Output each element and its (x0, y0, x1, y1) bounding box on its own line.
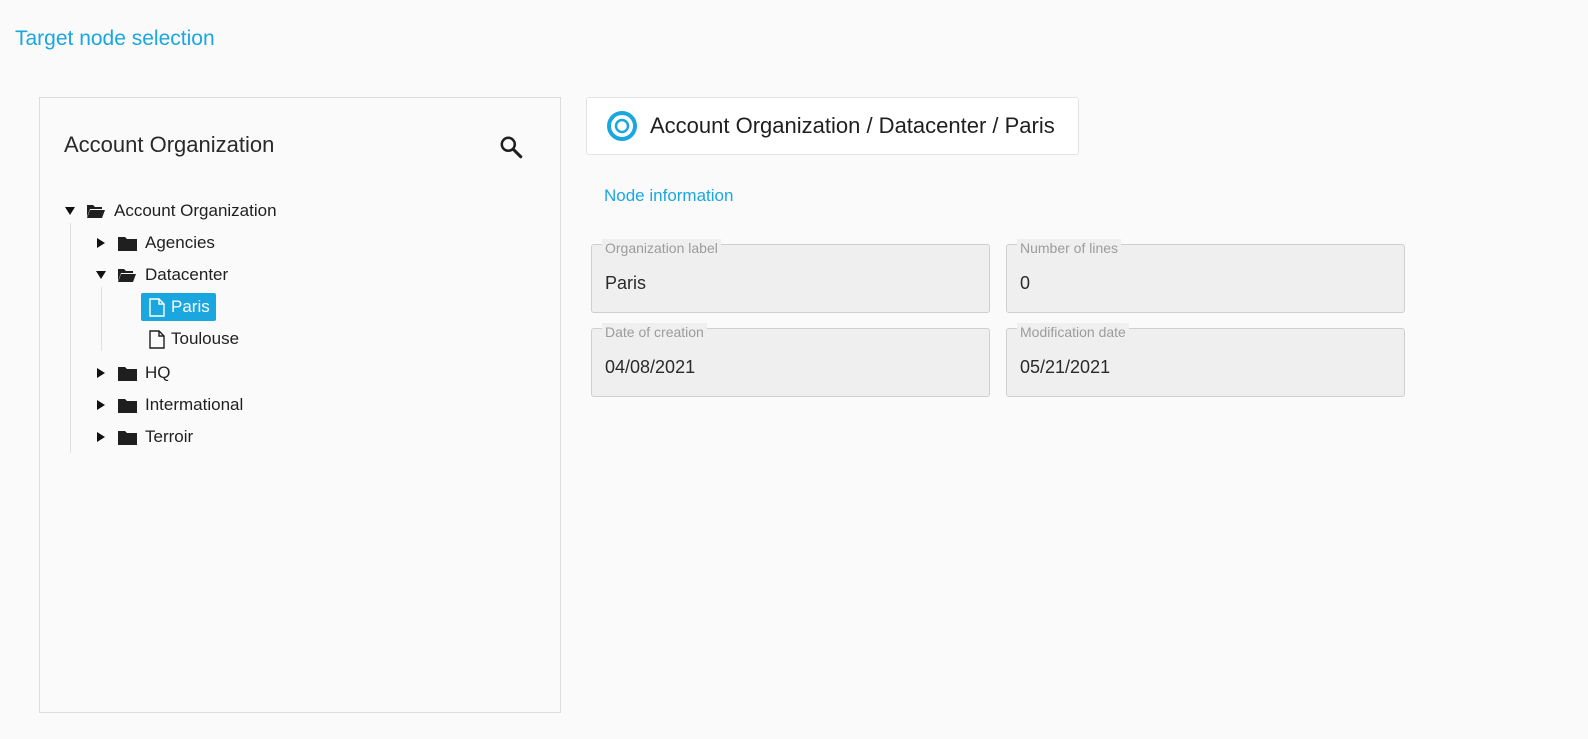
tree-node-hq[interactable]: HQ (95, 357, 550, 389)
tree-node-label[interactable]: Paris (171, 297, 210, 317)
tree-node-label[interactable]: Datacenter (141, 262, 232, 288)
caret-down-icon[interactable] (64, 205, 76, 217)
caret-right-icon[interactable] (95, 431, 107, 443)
tree-guide-line (101, 287, 102, 351)
node-information-title: Node information (604, 186, 734, 205)
tree-header: Account Organization (64, 132, 536, 162)
caret-down-icon[interactable] (95, 269, 107, 281)
field-label: Date of creation (602, 323, 707, 341)
file-icon (147, 297, 167, 317)
folder-icon (117, 363, 137, 383)
folder-icon (117, 395, 137, 415)
caret-right-icon[interactable] (95, 399, 107, 411)
date-of-creation-field: Date of creation 04/08/2021 (591, 323, 990, 397)
field-label: Organization label (602, 239, 721, 257)
field-value: 0 (1020, 273, 1031, 293)
tree-node-datacenter[interactable]: Datacenter (95, 259, 550, 291)
number-of-lines-field: Number of lines 0 (1006, 239, 1405, 313)
org-tree: Account Organization Agencies Datacenter… (64, 197, 550, 453)
tree-node-toulouse[interactable]: Toulouse (141, 323, 550, 355)
tree-node-leaf[interactable]: Toulouse (141, 325, 245, 353)
field-value: 05/21/2021 (1020, 357, 1111, 377)
tree-node-agencies[interactable]: Agencies (95, 227, 550, 259)
modification-date-field: Modification date 05/21/2021 (1006, 323, 1405, 397)
caret-right-icon[interactable] (95, 237, 107, 249)
target-icon (607, 111, 637, 141)
tree-node-label[interactable]: Account Organization (110, 198, 281, 224)
tree-panel-title: Account Organization (64, 132, 275, 157)
tree-node-paris[interactable]: Paris (141, 291, 550, 323)
tree-node-label[interactable]: Intermational (141, 392, 247, 418)
tree-node-intermational[interactable]: Intermational (95, 389, 550, 421)
tree-node-label[interactable]: Toulouse (171, 329, 239, 349)
tree-node-label[interactable]: Agencies (141, 230, 219, 256)
tree-panel: Account Organization Account Organizatio… (39, 97, 561, 713)
folder-icon (117, 427, 137, 447)
folder-icon (117, 233, 137, 253)
field-value: Paris (605, 273, 647, 293)
field-value: 04/08/2021 (605, 357, 696, 377)
organization-label-field: Organization label Paris (591, 239, 990, 313)
breadcrumb-path: Account Organization / Datacenter / Pari… (650, 113, 1055, 138)
search-icon[interactable] (498, 134, 524, 160)
tree-node-account-organization[interactable]: Account Organization (64, 195, 550, 227)
tree-node-selected[interactable]: Paris (141, 293, 216, 321)
tree-node-label[interactable]: HQ (141, 360, 175, 386)
folder-open-icon (117, 265, 137, 285)
page-title: Target node selection (15, 27, 215, 50)
caret-right-icon[interactable] (95, 367, 107, 379)
tree-guide-line (70, 223, 71, 453)
folder-open-icon (86, 201, 106, 221)
field-label: Number of lines (1017, 239, 1122, 257)
file-icon (147, 329, 167, 349)
field-label: Modification date (1017, 323, 1129, 341)
breadcrumb: Account Organization / Datacenter / Pari… (586, 97, 1079, 155)
tree-node-terroir[interactable]: Terroir (95, 421, 550, 453)
tree-node-label[interactable]: Terroir (141, 424, 197, 450)
